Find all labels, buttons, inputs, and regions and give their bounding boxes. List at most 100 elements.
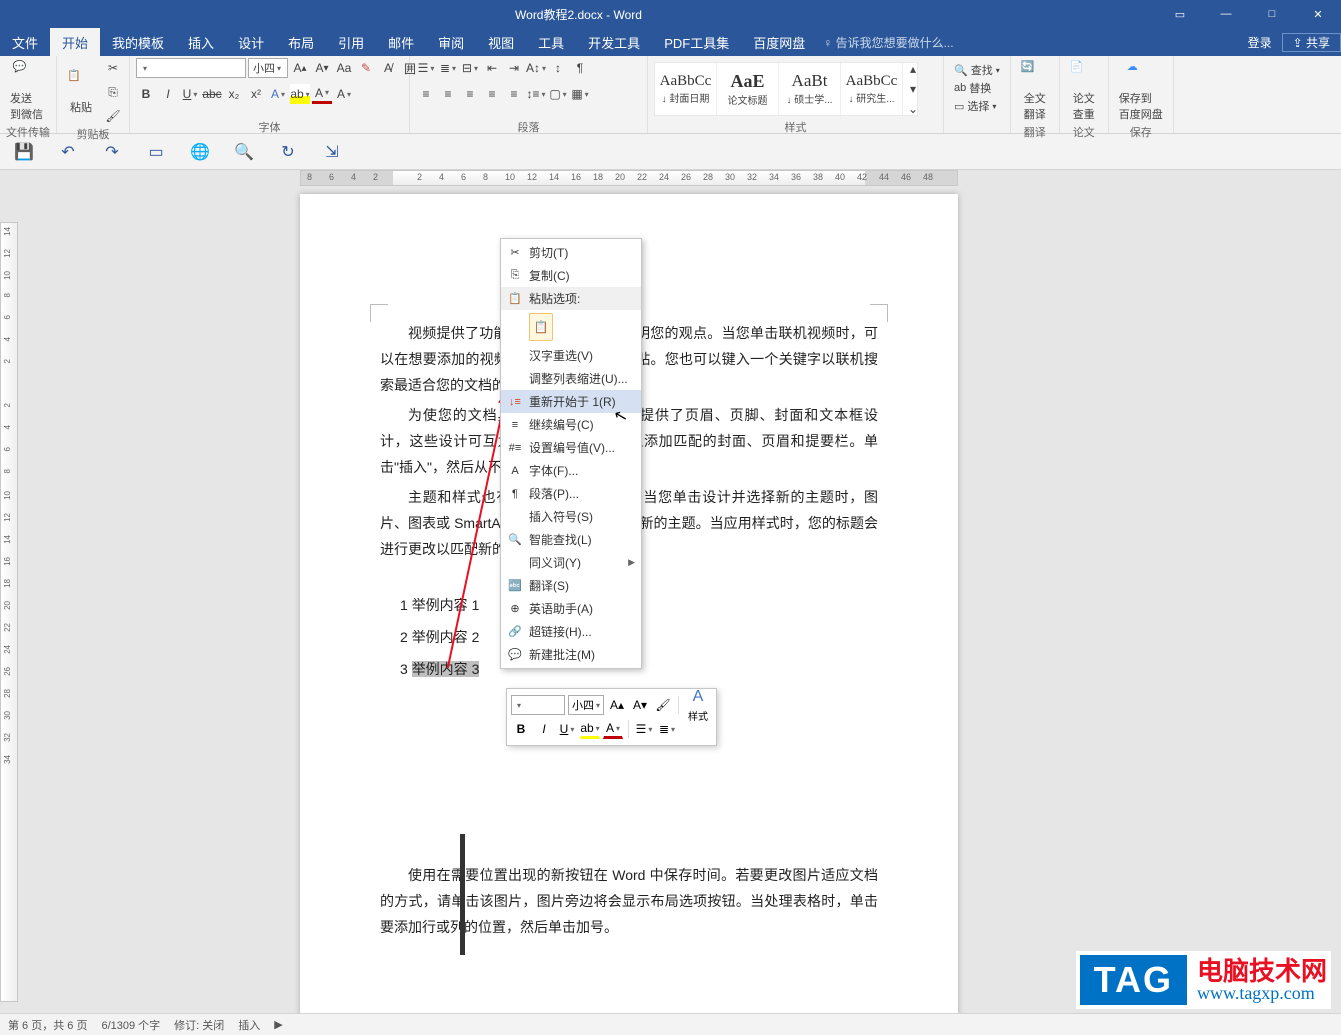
borders-icon[interactable]: ▦ [570, 84, 590, 104]
cm-smart-lookup[interactable]: 🔍智能查找(L) [501, 528, 641, 551]
tab-design[interactable]: 设计 [226, 28, 276, 56]
status-macro-icon[interactable]: ▶ [274, 1018, 282, 1031]
status-insert-mode[interactable]: 插入 [238, 1017, 260, 1033]
bold-icon[interactable]: B [136, 84, 156, 104]
clear-formatting-icon[interactable]: A̸ [378, 58, 398, 78]
mini-styles-button[interactable]: A 样式 [684, 688, 712, 723]
tab-pdf[interactable]: PDF工具集 [652, 28, 741, 56]
send-to-wechat-button[interactable]: 💬 发送 到微信 [6, 58, 47, 124]
style-grad[interactable]: AaBbCc↓ 研究生... [841, 63, 903, 115]
line-spacing-icon[interactable]: ↕≡ [526, 84, 546, 104]
customize-qat-icon[interactable]: ⇲ [322, 142, 342, 162]
mini-bold-icon[interactable]: B [511, 719, 531, 739]
mini-font-size[interactable]: 小四 [568, 695, 604, 715]
share-button[interactable]: ⇪ 共享 [1282, 33, 1341, 52]
cm-adjust-indent[interactable]: 调整列表缩进(U)... [501, 367, 641, 390]
full-translate-button[interactable]: 🔄全文 翻译 [1017, 58, 1053, 124]
align-center-icon[interactable]: ≡ [438, 84, 458, 104]
status-page[interactable]: 第 6 页，共 6 页 [8, 1017, 87, 1033]
touch-mode-icon[interactable]: ↻ [278, 142, 298, 162]
minimize-button[interactable]: — [1203, 0, 1249, 28]
mini-font-name[interactable] [511, 695, 565, 715]
grow-font-icon[interactable]: A▴ [290, 58, 310, 78]
font-color-icon[interactable]: A [312, 84, 332, 104]
style-master[interactable]: AaBt↓ 硕士学... [779, 63, 841, 115]
show-marks-icon[interactable]: ¶ [570, 58, 590, 78]
paste-keep-source-icon[interactable]: 📋 [529, 313, 553, 341]
thesis-check-button[interactable]: 📄论文 查重 [1066, 58, 1102, 124]
tab-layout[interactable]: 布局 [276, 28, 326, 56]
tab-mail[interactable]: 邮件 [376, 28, 426, 56]
cm-cut[interactable]: ✂剪切(T) [501, 241, 641, 264]
maximize-button[interactable]: □ [1249, 0, 1295, 28]
styles-more-icon[interactable]: ⌄ [903, 99, 923, 119]
tab-view[interactable]: 视图 [476, 28, 526, 56]
cm-font[interactable]: A字体(F)... [501, 459, 641, 482]
decrease-indent-icon[interactable]: ⇤ [482, 58, 502, 78]
format-painter-icon[interactable]: 🖌 [103, 106, 123, 126]
strikethrough-icon[interactable]: abc [202, 84, 222, 104]
mini-numbering-icon[interactable]: ≣ [657, 719, 677, 739]
copy-icon[interactable]: ⎘ [103, 82, 123, 102]
distribute-icon[interactable]: ≡ [504, 84, 524, 104]
styles-row-up-icon[interactable]: ▴ [903, 59, 923, 79]
ribbon-display-options-icon[interactable]: ▭ [1157, 0, 1203, 28]
paste-button[interactable]: 📋 粘贴 [63, 67, 99, 117]
change-case-icon[interactable]: Aa [334, 58, 354, 78]
font-size-combo[interactable]: 小四 [248, 58, 288, 78]
save-icon[interactable]: 💾 [14, 142, 34, 162]
paragraph-4[interactable]: 使用在需要位置出现的新按钮在 Word 中保存时间。若要更改图片适应文档的方式，… [380, 862, 878, 940]
tell-me-box[interactable]: ♀ 告诉我您想要做什么... [817, 34, 953, 51]
cm-hyperlink[interactable]: 🔗超链接(H)... [501, 620, 641, 643]
multilevel-list-icon[interactable]: ⊟ [460, 58, 480, 78]
align-right-icon[interactable]: ≡ [460, 84, 480, 104]
tab-tools[interactable]: 工具 [526, 28, 576, 56]
char-shading-icon[interactable]: A [334, 84, 354, 104]
mini-highlight-icon[interactable]: ab [580, 719, 600, 739]
save-to-baidu-button[interactable]: ☁保存到 百度网盘 [1115, 58, 1167, 124]
tab-dev[interactable]: 开发工具 [576, 28, 652, 56]
underline-icon[interactable]: U [180, 84, 200, 104]
font-name-combo[interactable] [136, 58, 246, 78]
cm-paragraph[interactable]: ¶段落(P)... [501, 482, 641, 505]
mini-font-color-icon[interactable]: A [603, 719, 623, 739]
style-thesis-title[interactable]: AaE论文标题 [717, 63, 779, 115]
mini-italic-icon[interactable]: I [534, 719, 554, 739]
tab-file[interactable]: 文件 [0, 28, 50, 56]
italic-icon[interactable]: I [158, 84, 178, 104]
tab-review[interactable]: 审阅 [426, 28, 476, 56]
align-left-icon[interactable]: ≡ [416, 84, 436, 104]
bullets-icon[interactable]: ☰ [416, 58, 436, 78]
horizontal-ruler[interactable]: 8642246810121416182022242628303234363840… [300, 170, 958, 186]
tab-baidu[interactable]: 百度网盘 [741, 28, 817, 56]
redo-icon[interactable]: ↷ [102, 142, 122, 162]
mini-shrink-font-icon[interactable]: A▾ [630, 695, 650, 715]
print-preview-icon[interactable]: 🌐 [190, 142, 210, 162]
new-doc-icon[interactable]: ▭ [146, 142, 166, 162]
styles-gallery[interactable]: AaBbCc↓ 封面日期 AaE论文标题 AaBt↓ 硕士学... AaBbCc… [654, 62, 918, 116]
shrink-font-icon[interactable]: A▾ [312, 58, 332, 78]
asian-layout-icon[interactable]: A↕ [526, 58, 546, 78]
vertical-ruler[interactable]: 1412108642246810121416182022242628303234 [0, 222, 18, 1002]
cm-synonyms[interactable]: 同义词(Y)▶ [501, 551, 641, 574]
style-cover-date[interactable]: AaBbCc↓ 封面日期 [655, 63, 717, 115]
mini-underline-icon[interactable]: U [557, 719, 577, 739]
tab-insert[interactable]: 插入 [176, 28, 226, 56]
cm-english-assistant[interactable]: ⊕英语助手(A) [501, 597, 641, 620]
cut-icon[interactable]: ✂ [103, 58, 123, 78]
close-button[interactable]: ✕ [1295, 0, 1341, 28]
justify-icon[interactable]: ≡ [482, 84, 502, 104]
login-button[interactable]: 登录 [1238, 34, 1282, 51]
cm-translate[interactable]: 🔤翻译(S) [501, 574, 641, 597]
undo-icon[interactable]: ↶ [58, 142, 78, 162]
sort-icon[interactable]: ↕ [548, 58, 568, 78]
zoom-icon[interactable]: 🔍 [234, 142, 254, 162]
cm-new-comment[interactable]: 💬新建批注(M) [501, 643, 641, 666]
cm-set-number-value[interactable]: #≡设置编号值(V)... [501, 436, 641, 459]
cm-hanzi-reselect[interactable]: 汉字重选(V) [501, 344, 641, 367]
text-effects-icon[interactable]: A [268, 84, 288, 104]
find-button[interactable]: 🔍查找▾ [954, 62, 1000, 78]
phonetic-guide-icon[interactable]: ✎ [356, 58, 376, 78]
tab-templates[interactable]: 我的模板 [100, 28, 176, 56]
cm-copy[interactable]: ⎘复制(C) [501, 264, 641, 287]
